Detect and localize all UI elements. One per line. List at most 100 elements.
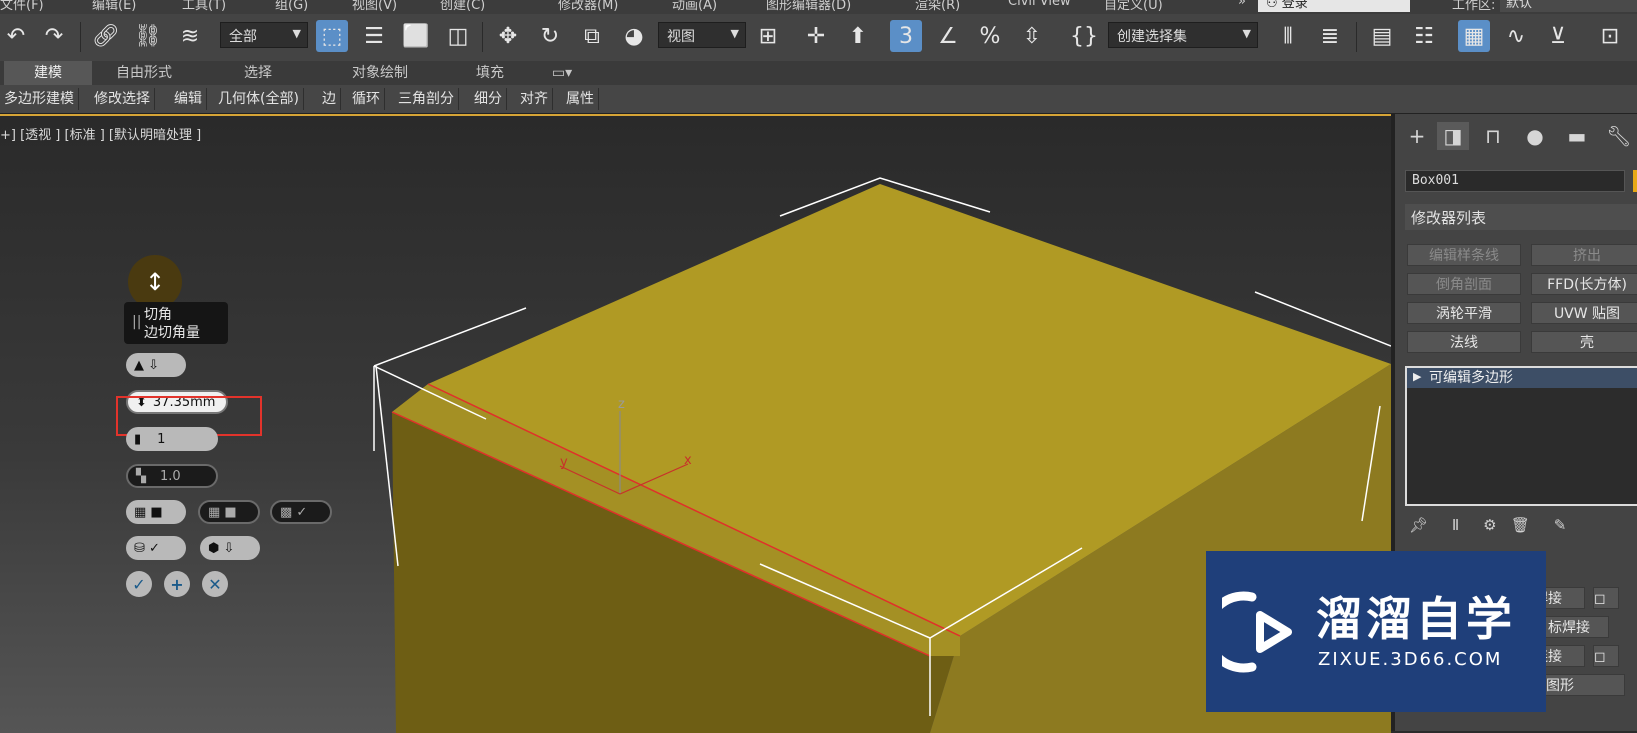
percent-snap-icon[interactable]: % [974,20,1006,52]
menu-customize[interactable]: 自定义(U) [1104,0,1163,13]
modifier-list-dropdown[interactable]: 修改器列表 [1405,204,1637,230]
rotate-icon[interactable]: ↻ [534,20,566,52]
scale-icon[interactable]: ⧉ [576,20,608,52]
panel-geometry-all[interactable]: 几何体(全部) [214,88,304,110]
redo-icon[interactable]: ↷ [38,20,70,52]
connect-settings-icon[interactable]: ◻ [1593,645,1619,667]
modifier-edit-spline-button[interactable]: 编辑样条线 [1407,244,1521,266]
make-unique-icon[interactable]: ⚙ [1483,516,1496,534]
modifier-normal-button[interactable]: 法线 [1407,331,1521,353]
panel-polygon-modeling[interactable]: 多边形建模 [0,88,79,110]
snaps-toggle-icon[interactable]: 3 [890,20,922,52]
select-by-name-icon[interactable]: ☰ [358,20,390,52]
chamfer-output-dropdown[interactable]: ⬢ ⇩ [200,536,260,560]
menu-create[interactable]: 创建(C) [440,0,485,13]
tab-object-paint[interactable]: 对象绘制 [330,61,430,85]
window-crossing-icon[interactable]: ◫ [442,20,474,52]
stack-item-editable-poly[interactable]: 可编辑多边形 [1407,368,1637,388]
panel-edges[interactable]: 边 [318,88,341,110]
show-end-result-icon[interactable]: Ⅱ [1452,516,1459,534]
spinner-snap-icon[interactable]: ⇳ [1016,20,1048,52]
ok-icon[interactable]: ✓ [126,571,152,597]
object-name-field[interactable]: Box001 [1405,170,1625,192]
unlink-icon[interactable]: ⛓ [132,20,164,52]
modifier-shell-button[interactable]: 壳 [1531,331,1637,353]
menu-tools[interactable]: 工具(T) [182,0,226,13]
menu-rendering[interactable]: 渲染(R) [915,0,960,13]
panel-loops[interactable]: 循环 [348,88,385,110]
viewport-label[interactable]: +] [透视 ] [标准 ] [默认明暗处理 ] [0,124,201,143]
reference-coordinate-dropdown[interactable]: 视图 ▼ [658,22,746,48]
placement-icon[interactable]: ◕ [618,20,650,52]
motion-tab-icon[interactable]: ● [1519,122,1551,150]
chamfer-type-dropdown[interactable]: ▲ ⇩ [126,353,186,377]
menu-animation[interactable]: 动画(A) [672,0,717,13]
open-chamfer-toggle[interactable]: ▦ ■ [126,500,186,524]
remove-modifier-icon[interactable]: 🗑︎ [1511,516,1530,534]
apply-and-continue-icon[interactable]: + [164,571,190,597]
menu-file[interactable]: 文件(F) [0,0,44,13]
smooth-toggle[interactable]: ▩ ✓ [270,500,332,524]
modify-tab-icon[interactable]: ◨ [1437,122,1469,150]
menu-group[interactable]: 组(G) [275,0,308,13]
caddy-drag-handle-icon[interactable]: ↕ [128,255,182,309]
modifier-stack[interactable]: ▶ 可编辑多边形 [1405,366,1637,506]
object-color-swatch[interactable] [1633,170,1637,192]
utilities-tab-icon[interactable]: 🔧︎ [1603,122,1635,150]
weld-settings-icon[interactable]: ◻ [1593,587,1619,609]
modifier-bevel-profile-button[interactable]: 倒角剖面 [1407,273,1521,295]
tab-selection[interactable]: 选择 [214,61,302,85]
connect-segments-field[interactable]: ▮ 1 [126,427,218,451]
panel-subdivision[interactable]: 细分 [470,88,507,110]
menu-edit[interactable]: 编辑(E) [92,0,136,13]
angle-snap-icon[interactable]: ∠ [932,20,964,52]
perspective-viewport[interactable]: z y x +] [透视 ] [标准 ] [默认明暗处理 ] ↕ || 切角 边… [0,114,1391,733]
undo-icon[interactable]: ↶ [0,20,32,52]
display-tab-icon[interactable]: ▬ [1561,122,1593,150]
tab-modeling[interactable]: 建模 [4,61,92,85]
configure-modifier-sets-icon[interactable]: ✎ [1554,516,1567,534]
material-editor-icon[interactable]: ⊡ [1594,20,1626,52]
curve-editor-icon[interactable]: ∿ [1500,20,1532,52]
panel-tris[interactable]: 三角剖分 [394,88,459,110]
expand-triangle-icon[interactable]: ▶ [1413,370,1421,383]
tab-freeform[interactable]: 自由形式 [100,61,188,85]
menu-civil-view[interactable]: Civil View [1008,0,1071,9]
rectangular-selection-icon[interactable]: ⬜ [400,20,432,52]
create-tab-icon[interactable]: + [1401,122,1433,150]
pin-stack-icon[interactable]: 📌︎ [1409,516,1428,534]
tab-populate[interactable]: 填充 [450,61,530,85]
layer-explorer-icon[interactable]: ☷ [1408,20,1440,52]
modifier-ffd-box-button[interactable]: FFD(长方体) [1531,273,1637,295]
ribbon-options-icon[interactable]: ▭▾ [542,61,582,85]
move-icon[interactable]: ✥ [492,20,524,52]
smooth-threshold-toggle[interactable]: ⛁ ✓ [126,536,186,560]
hierarchy-tab-icon[interactable]: ⊓ [1477,122,1509,150]
pivot-center-icon[interactable]: ⊞ [752,20,784,52]
bind-space-warp-icon[interactable]: ≋ [174,20,206,52]
menu-graph-editors[interactable]: 图形编辑器(D) [766,0,851,13]
edit-named-selection-icon[interactable]: {} [1068,20,1100,52]
cancel-icon[interactable]: ✕ [202,571,228,597]
panel-edit[interactable]: 编辑 [170,88,207,110]
modifier-extrude-button[interactable]: 挤出 [1531,244,1637,266]
align-icon[interactable]: ≣ [1314,20,1346,52]
scene-explorer-icon[interactable]: ▤ [1366,20,1398,52]
menu-modifiers[interactable]: 修改器(M) [558,0,618,13]
modifier-uvw-map-button[interactable]: UVW 贴图 [1531,302,1637,324]
keyboard-shortcut-override-icon[interactable]: ⬆ [842,20,874,52]
menu-overflow-icon[interactable]: » [1238,0,1246,9]
named-selection-dropdown[interactable]: 创建选择集 ▼ [1108,22,1258,48]
tension-field[interactable]: ▚ 1.0 [126,464,218,488]
panel-modify-selection[interactable]: 修改选择 [90,88,155,110]
login-dropdown[interactable]: ⚇ 登录 [1258,0,1410,12]
modifier-turbosmooth-button[interactable]: 涡轮平滑 [1407,302,1521,324]
workspace-dropdown[interactable]: 默认 [1500,0,1637,12]
select-manipulate-icon[interactable]: ✛ [800,20,832,52]
schematic-view-icon[interactable]: ⊻ [1542,20,1574,52]
panel-properties[interactable]: 属性 [562,88,599,110]
menu-view[interactable]: 视图(V) [352,0,397,13]
toggle-ribbon-icon[interactable]: ▦ [1458,20,1490,52]
panel-align[interactable]: 对齐 [516,88,553,110]
link-icon[interactable]: 🔗︎ [90,20,122,52]
